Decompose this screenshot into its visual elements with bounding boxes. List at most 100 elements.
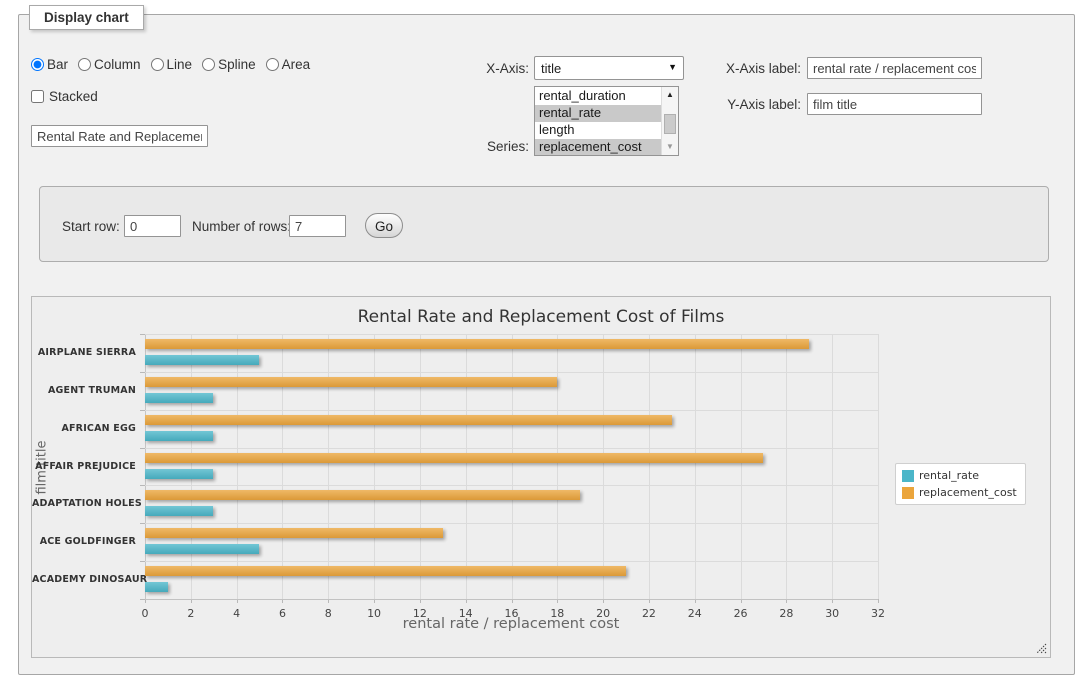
bar-replacement_cost (145, 415, 672, 425)
x-tick-label: 28 (769, 607, 803, 620)
chart-type-label: Area (282, 57, 311, 72)
gridline-horizontal (145, 410, 878, 411)
stacked-option[interactable]: Stacked (31, 89, 98, 104)
y-axis-tick (140, 334, 145, 335)
chart-type-option-column[interactable]: Column (78, 57, 141, 72)
y-axis-tick (140, 448, 145, 449)
series-options: rental_durationrental_ratelengthreplacem… (535, 88, 661, 156)
gridline-horizontal (145, 561, 878, 562)
bar-replacement_cost (145, 490, 580, 500)
chart-type-option-spline[interactable]: Spline (202, 57, 256, 72)
x-axis-selected-value: title (541, 61, 561, 76)
series-select-label: Series: (419, 139, 529, 154)
chart-type-radio-spline[interactable] (202, 58, 215, 71)
legend-label: replacement_cost (919, 486, 1017, 499)
y-axis-line (145, 334, 146, 599)
legend-swatch (902, 487, 914, 499)
gridline-vertical (282, 334, 283, 599)
num-rows-input[interactable] (289, 215, 346, 237)
chart-type-label: Bar (47, 57, 68, 72)
x-tick-label: 12 (403, 607, 437, 620)
chart-type-radio-line[interactable] (151, 58, 164, 71)
x-tick-label: 4 (220, 607, 254, 620)
y-axis-label-input[interactable] (807, 93, 982, 115)
x-tick-label: 8 (311, 607, 345, 620)
gridline-vertical (786, 334, 787, 599)
x-tick-label: 18 (540, 607, 574, 620)
series-scrollbar[interactable]: ▲ ▼ (661, 87, 678, 155)
dropdown-arrow-icon: ▼ (668, 62, 677, 72)
bar-rental_rate (145, 431, 213, 441)
series-listbox[interactable]: rental_durationrental_ratelengthreplacem… (534, 86, 679, 156)
gridline-horizontal (145, 334, 878, 335)
gridline-vertical (328, 334, 329, 599)
num-rows-label: Number of rows: (192, 219, 291, 234)
fieldset-legend: Display chart (29, 5, 144, 30)
x-axis-line (145, 599, 878, 600)
y-axis-tick (140, 372, 145, 373)
category-label: AFFAIR PREJUDICE (32, 461, 136, 472)
scrollbar-thumb[interactable] (664, 114, 676, 134)
gridline-vertical (832, 334, 833, 599)
gridline-vertical (237, 334, 238, 599)
x-tick-label: 2 (174, 607, 208, 620)
bar-replacement_cost (145, 528, 443, 538)
gridline-vertical (466, 334, 467, 599)
series-option-length[interactable]: length (535, 122, 661, 139)
bar-replacement_cost (145, 566, 626, 576)
x-tick-label: 22 (632, 607, 666, 620)
x-axis-tick (878, 599, 879, 603)
bar-rental_rate (145, 355, 259, 365)
stacked-checkbox[interactable] (31, 90, 44, 103)
gridline-vertical (603, 334, 604, 599)
gridline-horizontal (145, 485, 878, 486)
x-axis-select-label: X-Axis: (419, 61, 529, 76)
x-tick-label: 14 (449, 607, 483, 620)
chart-type-label: Spline (218, 57, 256, 72)
x-tick-label: 20 (586, 607, 620, 620)
series-option-rental_rate[interactable]: rental_rate (535, 105, 661, 122)
gridline-vertical (374, 334, 375, 599)
x-tick-label: 0 (128, 607, 162, 620)
y-axis-label-label: Y-Axis label: (679, 97, 801, 112)
x-tick-label: 30 (815, 607, 849, 620)
chart-type-option-line[interactable]: Line (151, 57, 193, 72)
series-option-replacement_cost[interactable]: replacement_cost (535, 139, 661, 156)
scroll-down-icon[interactable]: ▼ (663, 140, 677, 154)
legend-item-replacement_cost[interactable]: replacement_cost (902, 486, 1017, 499)
legend-swatch (902, 470, 914, 482)
category-label: AFRICAN EGG (32, 423, 136, 434)
chart-type-label: Column (94, 57, 141, 72)
bar-rental_rate (145, 506, 213, 516)
gridline-vertical (191, 334, 192, 599)
chart-legend: rental_rate replacement_cost (895, 463, 1026, 505)
series-option-rental_duration[interactable]: rental_duration (535, 88, 661, 105)
y-axis-tick (140, 485, 145, 486)
rows-panel: Start row: Number of rows: Go (39, 186, 1049, 262)
scroll-up-icon[interactable]: ▲ (663, 88, 677, 102)
category-label: AIRPLANE SIERRA (32, 347, 136, 358)
bar-rental_rate (145, 469, 213, 479)
x-tick-label: 6 (265, 607, 299, 620)
y-axis-tick (140, 410, 145, 411)
display-chart-fieldset: Display chart BarColumnLineSplineArea St… (18, 14, 1075, 675)
chart-title-input[interactable] (31, 125, 208, 147)
legend-label: rental_rate (919, 469, 979, 482)
start-row-input[interactable] (124, 215, 181, 237)
x-axis-label-input[interactable] (807, 57, 982, 79)
chart-type-option-area[interactable]: Area (266, 57, 311, 72)
y-axis-tick (140, 523, 145, 524)
go-button[interactable]: Go (365, 213, 403, 238)
chart-type-radio-column[interactable] (78, 58, 91, 71)
chart-type-radio-group: Bar Column Line Spline Area (31, 57, 316, 72)
chart-type-option-bar[interactable]: Bar (31, 57, 68, 72)
category-label: ADAPTATION HOLES (32, 498, 136, 509)
chart-type-radio-bar[interactable] (31, 58, 44, 71)
x-axis-select[interactable]: title ▼ (534, 56, 684, 80)
gridline-vertical (512, 334, 513, 599)
chart-container: Rental Rate and Replacement Cost of Film… (31, 296, 1051, 658)
resize-handle-icon[interactable] (1036, 643, 1047, 654)
legend-item-rental_rate[interactable]: rental_rate (902, 469, 1017, 482)
bar-rental_rate (145, 393, 213, 403)
chart-type-radio-area[interactable] (266, 58, 279, 71)
